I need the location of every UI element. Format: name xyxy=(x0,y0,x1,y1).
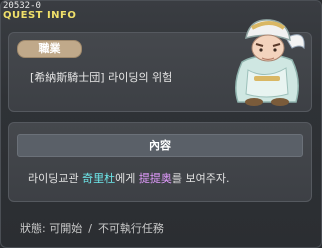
quest-description: 라이딩교관 奇里杜에게 提提奥를 보여주자. xyxy=(28,170,229,186)
status-value: 可開始 xyxy=(49,222,83,235)
window-title: QUEST INFO xyxy=(3,10,77,21)
npc-character-icon xyxy=(235,19,305,106)
job-label-pill: 職業 xyxy=(17,40,82,58)
content-header: 內容 xyxy=(17,134,303,157)
npc-name-link[interactable]: 奇里杜 xyxy=(82,172,115,185)
status-extra: 不可執行任務 xyxy=(97,222,164,235)
description-text: 를 보여주자. xyxy=(171,172,230,185)
status-label: 狀態: xyxy=(20,222,46,235)
description-text: 에게 xyxy=(115,172,139,185)
item-name-link[interactable]: 提提奥 xyxy=(139,172,172,185)
description-text: 라이딩교관 xyxy=(28,172,83,185)
quest-name: [希納斯騎士団] 라이딩의 위험 xyxy=(30,71,173,84)
quest-status: 狀態: 可開始 / 不可執行任務 xyxy=(20,220,164,236)
status-separator: / xyxy=(88,222,92,235)
